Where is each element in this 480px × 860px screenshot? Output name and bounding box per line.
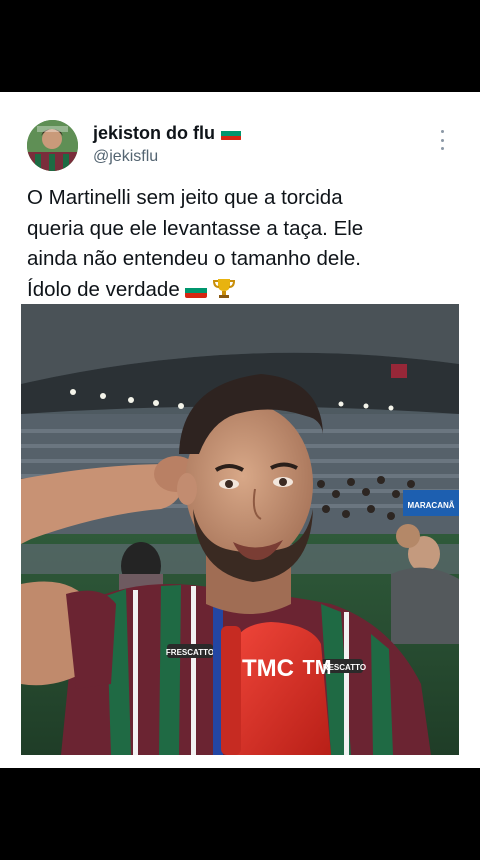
top-black-bar: [0, 0, 480, 92]
user-handle[interactable]: @jekisflu: [93, 148, 158, 166]
post-text-line: ainda não entendeu o tamanho dele.: [27, 247, 361, 270]
post-text-line-last: Ídolo de verdade: [27, 275, 457, 306]
shirt-sponsor-left: FRESCATTO: [166, 648, 214, 657]
microphone-logo: TMC: [242, 655, 294, 682]
more-options-icon[interactable]: [436, 130, 448, 150]
bulgaria-flag-icon: [185, 282, 208, 298]
post-text: O Martinelli sem jeito que a torcida que…: [27, 183, 457, 305]
post-text-line: O Martinelli sem jeito que a torcida: [27, 186, 343, 209]
stadium-sign: MARACANÃ: [407, 501, 454, 510]
post-video[interactable]: MARACANÃ FRESCATTO FRESCATTO TMC TM: [21, 304, 459, 755]
post-text-line: Ídolo de verdade: [27, 277, 180, 301]
display-name-text[interactable]: jekiston do flu: [93, 123, 215, 144]
avatar[interactable]: [27, 120, 78, 171]
trophy-icon: [213, 278, 236, 298]
post-card[interactable]: jekiston do flu @jekisflu O Martinelli s…: [0, 92, 480, 768]
post-text-line: queria que ele levantasse a taça. Ele: [27, 216, 364, 240]
display-name[interactable]: jekiston do flu: [93, 123, 242, 144]
bottom-black-bar: [0, 768, 480, 860]
microphone-logo-2: TM: [303, 657, 332, 679]
bulgaria-flag-icon: [221, 126, 242, 141]
